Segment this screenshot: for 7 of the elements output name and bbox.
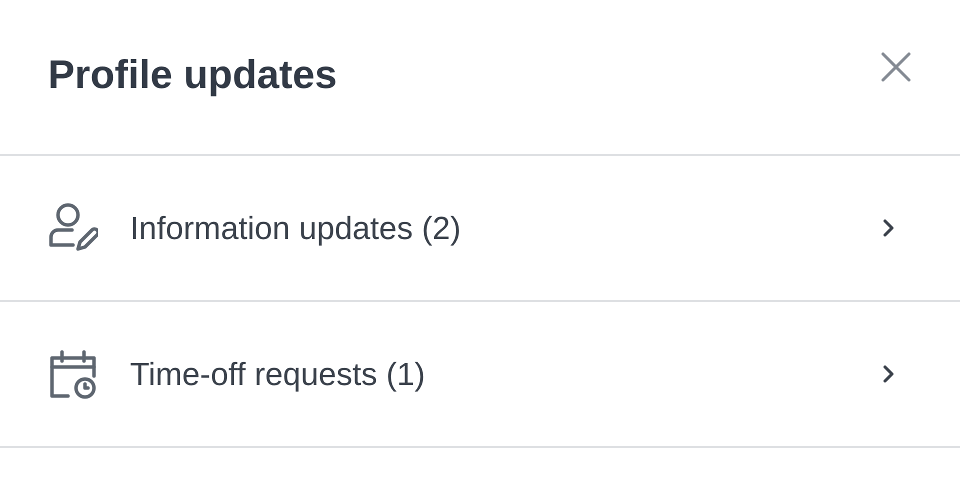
chevron-right-icon: [882, 364, 894, 384]
sheet-title: Profile updates: [48, 52, 337, 98]
chevron-right-icon: [882, 218, 894, 238]
list-item[interactable]: Time-off requests (1): [0, 302, 960, 446]
list-item[interactable]: Information updates (2): [0, 156, 960, 300]
calendar-clock-icon: [48, 349, 98, 399]
person-edit-icon: [48, 202, 98, 254]
